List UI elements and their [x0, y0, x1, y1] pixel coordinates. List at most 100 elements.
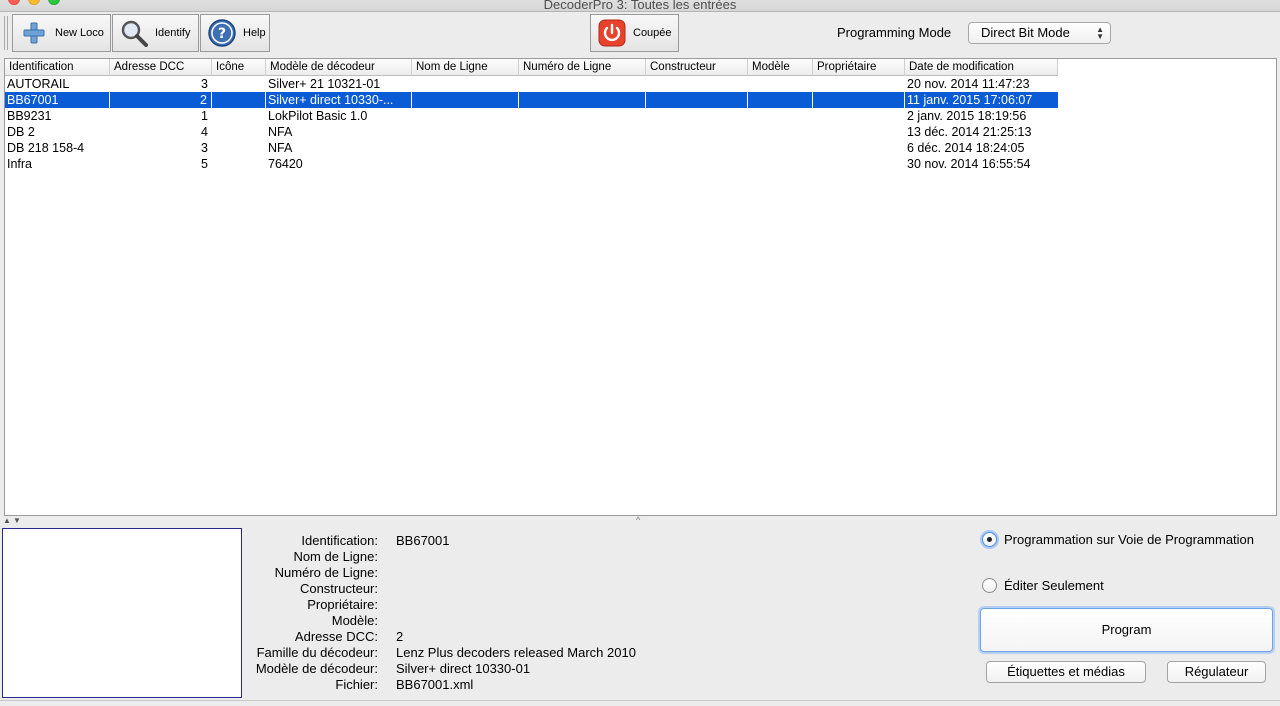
cell-dcc-address: 3 [201, 77, 208, 91]
help-icon: ? [207, 18, 237, 48]
cell-decoder-model: NFA [268, 141, 293, 155]
cell-identification: DB 2 [7, 125, 35, 139]
radio-program-track-label: Programmation sur Voie de Programmation [1004, 532, 1255, 547]
cell-decoder-model: NFA [268, 125, 293, 139]
label-dcc-address: Adresse DCC: [294, 629, 378, 644]
label-file: Fichier: [335, 677, 378, 692]
cell-identification: Infra [7, 157, 33, 171]
table-row[interactable]: DB 218 158-4 3 NFA 6 déc. 2014 18:24:05 [5, 140, 1058, 156]
label-owner: Propriétaire: [307, 597, 378, 612]
table-row[interactable]: AUTORAIL 3 Silver+ 21 10321-01 20 nov. 2… [5, 76, 1058, 92]
cell-decoder-model: Silver+ direct 10330-... [266, 92, 412, 108]
column-header-owner[interactable]: Propriétaire [813, 59, 905, 76]
toolbar-grip[interactable] [4, 16, 8, 50]
toolbar: New Loco Identify ? Help Coupée Programm… [0, 12, 1280, 54]
title-bar: DecoderPro 3: Toutes les entrées [0, 0, 1280, 12]
column-header-builder[interactable]: Constructeur [646, 59, 748, 76]
value-decoder-model: Silver+ direct 10330-01 [396, 661, 531, 676]
radio-selected-icon [982, 532, 997, 547]
cell-builder [646, 92, 748, 108]
svg-text:?: ? [218, 26, 226, 42]
cell-line-number [519, 92, 646, 108]
magnifier-icon [119, 18, 149, 48]
table-row[interactable]: DB 2 4 NFA 13 déc. 2014 21:25:13 [5, 124, 1058, 140]
radio-program-track[interactable]: Programmation sur Voie de Programmation [982, 532, 1254, 547]
radio-unselected-icon [982, 578, 997, 593]
roster-table[interactable]: Identification Adresse DCC Icône Modèle … [4, 58, 1277, 516]
cell-icon [212, 76, 266, 92]
cell-dcc-address: 5 [201, 157, 208, 171]
cell-date-modified: 20 nov. 2014 11:47:23 [907, 77, 1030, 91]
status-bar [0, 700, 1280, 706]
cell-decoder-model: 76420 [268, 157, 303, 171]
cell-model [748, 92, 813, 108]
cell-date-modified: 30 nov. 2014 16:55:54 [907, 157, 1031, 171]
cell-line-name [412, 92, 519, 108]
cell-decoder-model: Silver+ 21 10321-01 [268, 77, 381, 91]
decoderpro-window: DecoderPro 3: Toutes les entrées New Loc… [0, 0, 1280, 706]
cell-date-modified: 13 déc. 2014 21:25:13 [907, 125, 1032, 139]
table-header: Identification Adresse DCC Icône Modèle … [5, 59, 1058, 76]
cell-dcc-address: 4 [201, 125, 208, 139]
plus-icon [19, 18, 49, 48]
help-label: Help [243, 27, 266, 39]
cell-decoder-model: LokPilot Basic 1.0 [268, 109, 368, 123]
column-header-line-name[interactable]: Nom de Ligne [412, 59, 519, 76]
column-header-model[interactable]: Modèle [748, 59, 813, 76]
label-model: Modèle: [331, 613, 378, 628]
programming-mode-value: Direct Bit Mode [981, 25, 1070, 40]
column-header-dcc-address[interactable]: Adresse DCC [110, 59, 212, 76]
radio-edit-only-label: Éditer Seulement [1004, 578, 1104, 593]
cell-date-modified: 2 janv. 2015 18:19:56 [907, 109, 1027, 123]
programming-mode-select[interactable]: Direct Bit Mode ▲ ▼ [968, 22, 1111, 44]
column-header-date-modified[interactable]: Date de modification [905, 59, 1058, 76]
cell-identification: BB9231 [7, 109, 52, 123]
label-line-name: Nom de Ligne: [293, 549, 378, 564]
programming-mode-label: Programming Mode [837, 25, 952, 40]
label-builder: Constructeur: [299, 581, 378, 596]
cell-dcc-address: 3 [201, 141, 208, 155]
updown-arrows-icon: ▲ ▼ [1096, 25, 1104, 41]
collapse-down-icon[interactable]: ▼ [13, 516, 21, 525]
help-button[interactable]: ? Help [200, 14, 270, 52]
window-title: DecoderPro 3: Toutes les entrées [543, 0, 737, 12]
value-decoder-family: Lenz Plus decoders released March 2010 [396, 645, 636, 660]
label-line-number: Numéro de Ligne: [274, 565, 378, 580]
column-header-line-number[interactable]: Numéro de Ligne [519, 59, 646, 76]
cell-dcc-address: 2 [110, 92, 212, 108]
label-identification: Identification: [301, 533, 378, 548]
cell-date-modified: 6 déc. 2014 18:24:05 [907, 141, 1025, 155]
throttle-button[interactable]: Régulateur [1167, 661, 1266, 683]
cell-identification: AUTORAIL [7, 77, 70, 91]
loco-image [2, 528, 242, 698]
cell-identification: DB 218 158-4 [7, 141, 85, 155]
divider-grip-icon[interactable]: ^ [636, 515, 640, 525]
table-row-selected[interactable]: BB67001 2 Silver+ direct 10330-... 11 ja… [5, 92, 1058, 108]
column-header-icon[interactable]: Icône [212, 59, 266, 76]
radio-edit-only[interactable]: Éditer Seulement [982, 578, 1104, 593]
power-button[interactable]: Coupée [590, 14, 679, 52]
cell-date-modified: 11 janv. 2015 17:06:07 [907, 93, 1033, 107]
value-identification: BB67001 [396, 533, 450, 548]
power-icon [597, 18, 627, 48]
label-decoder-model: Modèle de décodeur: [255, 661, 378, 676]
identify-button[interactable]: Identify [112, 14, 199, 52]
cell-owner [813, 92, 905, 108]
column-header-identification[interactable]: Identification [5, 59, 110, 76]
value-dcc-address: 2 [396, 629, 404, 644]
value-file: BB67001.xml [396, 677, 474, 692]
labels-media-button[interactable]: Étiquettes et médias [986, 661, 1146, 683]
collapse-up-icon[interactable]: ▲ [3, 516, 11, 525]
cell-icon [212, 92, 266, 108]
split-pane-divider[interactable]: ▲ ▼ ^ [0, 515, 1280, 527]
identify-label: Identify [155, 27, 191, 39]
column-header-decoder-model[interactable]: Modèle de décodeur [266, 59, 412, 76]
table-row[interactable]: Infra 5 76420 30 nov. 2014 16:55:54 [5, 156, 1058, 172]
cell-dcc-address: 1 [201, 109, 208, 123]
cell-identification: BB67001 [5, 92, 110, 108]
label-decoder-family: Famille du décodeur: [256, 645, 378, 660]
table-row[interactable]: BB9231 1 LokPilot Basic 1.0 2 janv. 2015… [5, 108, 1058, 124]
power-status-label: Coupée [633, 27, 672, 39]
new-loco-button[interactable]: New Loco [12, 14, 111, 52]
program-button[interactable]: Program [980, 608, 1273, 652]
